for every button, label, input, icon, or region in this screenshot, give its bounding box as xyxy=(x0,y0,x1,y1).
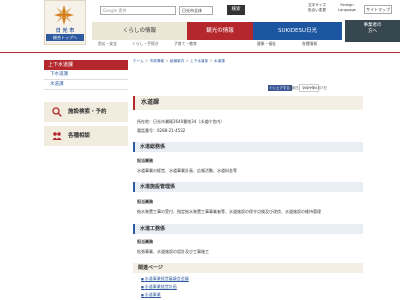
city-name: 日 光 市 xyxy=(55,28,75,34)
search-button[interactable]: 検索 xyxy=(227,5,245,15)
city-emblem-icon xyxy=(54,5,74,25)
nav-sukidesu[interactable]: SUKIDESU日光 xyxy=(253,22,342,40)
breadcrumb-home[interactable]: ホーム xyxy=(133,59,144,63)
sitemap-link[interactable]: サイトマップ xyxy=(364,5,392,14)
section-title-somu: 水道総務係 xyxy=(133,142,363,152)
consultation-button[interactable]: 各種相談 xyxy=(44,126,128,146)
nav-jigyosha[interactable]: 事業者の 方へ xyxy=(345,20,400,42)
nav-kurashi[interactable]: くらしの情報 xyxy=(92,22,187,40)
section-text-shisetsu: 給水装置工事の受付、指定給水装置工事事業者等、水道施設の保守点検及び改良、水道施… xyxy=(137,209,321,214)
utility-bar: Google 提供 日光市全体 検索 文字サイズ 色合い変更 Foreign L… xyxy=(92,0,400,20)
breadcrumb-jogesuido[interactable]: 上下水道部 xyxy=(190,59,208,63)
section-title-komu: 水道工務係 xyxy=(133,224,363,234)
location-text: 所在地：日光市瀬尾2640番地34（水道庁舎内） xyxy=(137,119,225,124)
sidebar-item-gesuido[interactable]: 下水道課 xyxy=(44,70,128,80)
subnav-kenko[interactable]: 健康・福祉 xyxy=(257,41,276,47)
sidebar-header[interactable]: 上下水道課 xyxy=(44,60,128,70)
sub-nav: 防災・安全 くらし・手続き 子育て・教育 健康・福祉 各種情報 xyxy=(92,40,400,47)
sidebar-item-suido[interactable]: 水道課 xyxy=(44,80,128,90)
section-text-komu: 拡張事業、水道施設の設計及び工事施工 xyxy=(137,249,209,254)
main-content: ホーム ＞ 市政情報 ＞ 組織案内 ＞ 上下水道部 ＞ 水道課 f シェアする … xyxy=(133,58,363,297)
subnav-bosai[interactable]: 防災・安全 xyxy=(98,41,117,47)
header-divider xyxy=(0,52,400,53)
nav-kanko[interactable]: 観光の情報 xyxy=(187,22,253,40)
consultation-label: 各種相談 xyxy=(68,133,91,139)
section-subhead-komu: 担当業務 xyxy=(137,239,153,244)
related-title: 関連ページ xyxy=(133,263,363,273)
breadcrumb: ホーム ＞ 市政情報 ＞ 組織案内 ＞ 上下水道部 ＞ 水道課 xyxy=(133,59,225,63)
search-input[interactable]: Google 提供 xyxy=(100,6,176,15)
breadcrumb-current: 水道課 xyxy=(214,59,225,63)
section-title-shisetsu: 水道施設管理係 xyxy=(133,182,363,192)
search-scope-select[interactable]: 日光市全体 xyxy=(179,6,213,15)
top-link[interactable]: 総合トップへ xyxy=(46,34,84,41)
sidebar: 上下水道課 下水道課 水道課 施設検索・予約 各種相談 xyxy=(44,60,128,146)
section-text-somu: 水道事業の経営、水道事業計画、広報活動、水道料金等 xyxy=(137,168,237,173)
facility-search-label: 施設検索・予約 xyxy=(68,109,107,115)
subnav-kurashi[interactable]: くらし・手続き xyxy=(132,41,159,47)
text-size-link[interactable]: 文字サイズ 色合い変更 xyxy=(304,3,330,12)
related-link-3[interactable]: 水道事業 xyxy=(141,292,161,298)
search-icon xyxy=(52,107,62,117)
people-icon xyxy=(52,132,62,140)
update-date: 更新日：2021年5月7日 xyxy=(288,86,327,90)
breadcrumb-shisei[interactable]: 市政情報 xyxy=(150,59,164,63)
page-title: 水道課 xyxy=(133,96,363,110)
section-subhead-somu: 担当業務 xyxy=(137,158,153,163)
site-logo[interactable]: 日 光 市 総合トップへ xyxy=(44,0,86,45)
section-subhead-shisetsu: 担当業務 xyxy=(137,199,153,204)
phone-text: 電話番号：0288-21-4532 xyxy=(137,128,186,133)
facility-search-button[interactable]: 施設検索・予約 xyxy=(44,102,128,122)
breadcrumb-soshiki[interactable]: 組織案内 xyxy=(170,59,184,63)
main-nav: くらしの情報 観光の情報 SUKIDESU日光 事業者の 方へ xyxy=(92,20,400,42)
subnav-kakushu[interactable]: 各種情報 xyxy=(302,41,317,47)
related-link-1[interactable]: 水道事業経営審議会会議 xyxy=(141,276,189,282)
related-link-2[interactable]: 水道事業経営計画 xyxy=(141,284,177,290)
language-link[interactable]: Foreign Language xyxy=(334,3,360,12)
subnav-kosodate[interactable]: 子育て・教育 xyxy=(174,41,197,47)
site-header: 日 光 市 総合トップへ Google 提供 日光市全体 検索 文字サイズ 色合… xyxy=(0,0,400,46)
